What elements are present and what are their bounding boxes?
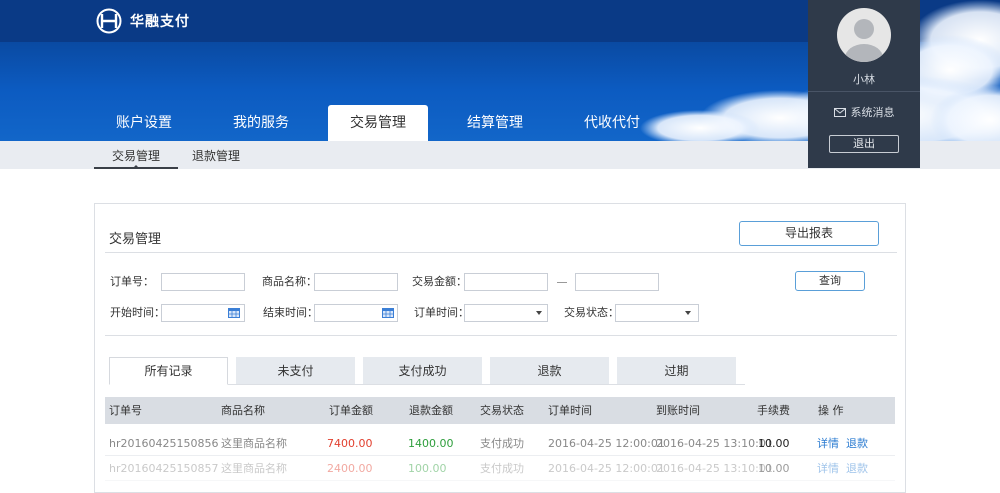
logout-button[interactable]: 退出 [829, 135, 899, 153]
refund-cell: 1400.00 [408, 437, 454, 450]
user-name: 小林 [853, 73, 875, 86]
order-no-input[interactable] [161, 273, 245, 291]
range-separator [557, 282, 567, 283]
nav-tab-settlement-management[interactable]: 结算管理 [445, 105, 545, 141]
fee-cell: 10.00 [758, 462, 790, 475]
transaction-panel: 交易管理 导出报表 订单号： 商品名称： 交易金额： 查询 开始时间： 结束时间… [94, 203, 906, 493]
product-cell: 这里商品名称 [221, 437, 287, 450]
tab-all-records[interactable]: 所有记录 [109, 357, 228, 385]
user-panel: 小林 系统消息 退出 [808, 0, 920, 168]
table-header: 订单号 商品名称 订单金额 退款金额 交易状态 订单时间 到账时间 手续费 操 … [105, 397, 895, 424]
export-report-button[interactable]: 导出报表 [739, 221, 879, 246]
column-header: 退款金额 [409, 404, 453, 417]
status-cell: 支付成功 [480, 462, 524, 475]
product-name-input[interactable] [314, 273, 398, 291]
divider [808, 91, 920, 92]
nav-tab-account-settings[interactable]: 账户设置 [94, 105, 194, 141]
brand-name: 华融支付 [130, 14, 190, 30]
chevron-down-icon [685, 311, 691, 315]
tab-unpaid[interactable]: 未支付 [236, 357, 355, 384]
nav-tab-my-services[interactable]: 我的服务 [211, 105, 311, 141]
nav-tab-collection-payment[interactable]: 代收代付 [562, 105, 662, 141]
product-name-label: 商品名称： [262, 275, 317, 288]
calendar-icon[interactable] [228, 308, 240, 318]
start-time-label: 开始时间： [110, 306, 165, 319]
status-cell: 支付成功 [480, 437, 524, 450]
calendar-icon[interactable] [382, 308, 394, 318]
refund-link[interactable]: 退款 [846, 432, 868, 456]
tab-refund[interactable]: 退款 [490, 357, 609, 384]
product-cell: 这里商品名称 [221, 462, 287, 475]
divider [105, 252, 897, 253]
subtab-transaction-management[interactable]: 交易管理 [94, 141, 178, 169]
end-time-label: 结束时间： [263, 306, 318, 319]
column-header: 订单时间 [548, 404, 592, 417]
column-header: 手续费 [757, 404, 790, 417]
amount-max-input[interactable] [575, 273, 659, 291]
order-no-label: 订单号： [110, 275, 154, 288]
column-header: 交易状态 [480, 404, 524, 417]
table-row: hr20160425150856 这里商品名称 7400.00 1400.00 … [105, 432, 895, 456]
detail-link[interactable]: 详情 [817, 457, 839, 481]
amount-label: 交易金额： [412, 275, 467, 288]
refund-link[interactable]: 退款 [846, 457, 868, 481]
status-label: 交易状态： [564, 306, 619, 319]
order-no-cell: hr20160425150856 [109, 437, 219, 450]
table-row: hr20160425150857 这里商品名称 2400.00 100.00 支… [105, 457, 895, 481]
column-header: 订单号 [109, 404, 142, 417]
arrive-time-cell: 2016-04-25 13:10:01 [656, 437, 773, 450]
avatar[interactable] [837, 8, 891, 62]
order-time-cell: 2016-04-25 12:00:01 [548, 437, 665, 450]
order-time-label: 订单时间： [414, 306, 469, 319]
column-header: 商品名称 [221, 404, 265, 417]
query-button[interactable]: 查询 [795, 271, 865, 291]
arrive-time-cell: 2016-04-25 13:10:01 [656, 462, 773, 475]
amount-cell: 7400.00 [327, 437, 373, 450]
caret-up-icon [133, 165, 139, 168]
tab-expired[interactable]: 过期 [617, 357, 736, 384]
detail-link[interactable]: 详情 [817, 432, 839, 456]
refund-cell: 100.00 [408, 462, 447, 475]
subtab-refund-management[interactable]: 退款管理 [178, 141, 254, 169]
column-header: 订单金额 [329, 404, 373, 417]
chevron-down-icon [536, 311, 542, 315]
column-header: 到账时间 [656, 404, 700, 417]
panel-title: 交易管理 [109, 232, 162, 247]
fee-cell: 10.00 [758, 437, 790, 450]
envelope-icon [833, 107, 846, 117]
amount-cell: 2400.00 [327, 462, 373, 475]
subtab-label: 交易管理 [111, 149, 160, 163]
system-messages-label: 系统消息 [850, 106, 895, 119]
order-time-cell: 2016-04-25 12:00:01 [548, 462, 665, 475]
user-silhouette-icon [845, 19, 883, 62]
system-messages-link[interactable]: 系统消息 [808, 104, 920, 120]
order-no-cell: hr20160425150857 [109, 462, 219, 475]
brand-mark-icon [96, 8, 122, 34]
brand-logo[interactable]: 华融支付 [94, 8, 190, 34]
amount-min-input[interactable] [464, 273, 548, 291]
subtab-label: 退款管理 [191, 149, 240, 163]
main-nav: 账户设置 我的服务 交易管理 结算管理 代收代付 [94, 105, 679, 141]
tab-paid[interactable]: 支付成功 [363, 357, 482, 384]
column-header: 操 作 [818, 404, 844, 417]
nav-tab-transaction-management[interactable]: 交易管理 [328, 105, 428, 141]
divider [105, 335, 897, 336]
